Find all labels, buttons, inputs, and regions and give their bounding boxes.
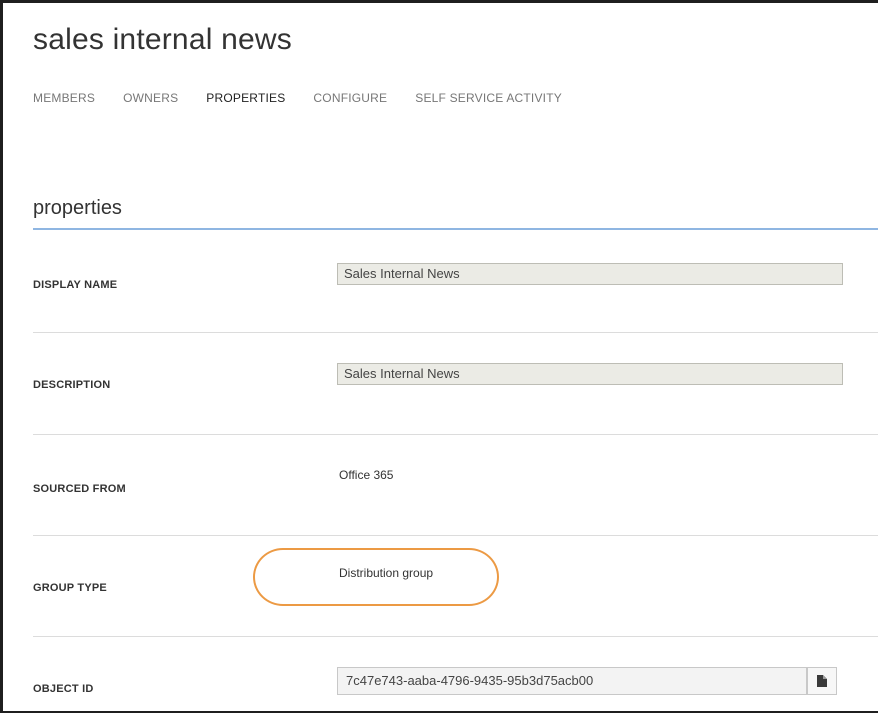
tab-self-service-activity[interactable]: SELF SERVICE ACTIVITY — [415, 91, 562, 105]
tab-owners[interactable]: OWNERS — [123, 91, 178, 105]
description-field[interactable]: Sales Internal News — [337, 363, 843, 385]
group-type-value: Distribution group — [339, 566, 434, 580]
object-id-row: OBJECT ID 7c47e743-aaba-4796-9435-95b3d7… — [33, 637, 878, 711]
tab-properties[interactable]: PROPERTIES — [206, 91, 285, 105]
sourced-from-value: Office 365 — [339, 468, 394, 482]
copy-button[interactable] — [807, 667, 837, 695]
sourced-from-row: SOURCED FROM Office 365 — [33, 435, 878, 536]
tab-members[interactable]: MEMBERS — [33, 91, 95, 105]
group-type-label: GROUP TYPE — [33, 582, 107, 594]
display-name-label: DISPLAY NAME — [33, 279, 118, 291]
group-type-row: GROUP TYPE Distribution group — [33, 536, 878, 637]
object-id-label: OBJECT ID — [33, 683, 94, 695]
description-label: DESCRIPTION — [33, 379, 111, 391]
group-properties-page: sales internal news MEMBERS OWNERS PROPE… — [3, 3, 878, 711]
section-title: properties — [33, 197, 122, 219]
display-name-field[interactable]: Sales Internal News — [337, 263, 843, 285]
sourced-from-label: SOURCED FROM — [33, 483, 126, 495]
description-row: DESCRIPTION Sales Internal News — [33, 333, 878, 435]
tab-bar: MEMBERS OWNERS PROPERTIES CONFIGURE SELF… — [33, 91, 590, 105]
display-name-row: DISPLAY NAME Sales Internal News — [33, 229, 878, 333]
tab-configure[interactable]: CONFIGURE — [313, 91, 387, 105]
copy-icon — [816, 674, 828, 688]
object-id-field[interactable]: 7c47e743-aaba-4796-9435-95b3d75acb00 — [337, 667, 807, 695]
page-title: sales internal news — [33, 23, 292, 56]
